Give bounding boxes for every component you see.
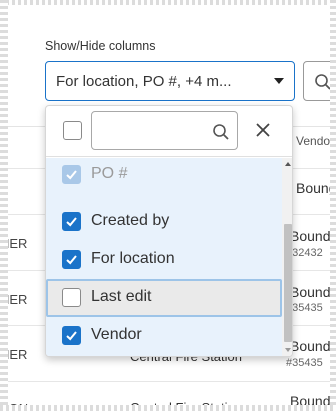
checkbox <box>62 165 81 184</box>
table-search-button[interactable] <box>303 61 336 101</box>
checkbox[interactable] <box>62 212 81 231</box>
list-item-label: Created by <box>91 212 170 229</box>
table-cell-left: NER <box>0 347 28 362</box>
table-cell-vendor: Bound <box>290 228 331 244</box>
table-cell-location: Central Fire Station <box>130 400 242 411</box>
list-item-label: Last edit <box>91 288 152 305</box>
close-icon[interactable] <box>255 122 271 138</box>
scroll-up-icon[interactable] <box>285 162 291 166</box>
scrollbar-thumb[interactable] <box>284 224 292 342</box>
page: Vendor Boung NER Bound #32432 NER Bound … <box>0 0 336 411</box>
checkmark-icon <box>66 217 77 227</box>
table-cell-left: SON <box>0 401 29 411</box>
show-hide-columns-select[interactable]: For location, PO #, +4 m... <box>45 61 295 101</box>
list-item-vendor[interactable]: Vendor <box>46 317 282 355</box>
dropdown-search-field[interactable] <box>91 111 238 150</box>
list-item-po-number: PO # <box>46 156 282 194</box>
table-cell-vendor: Bound <box>290 338 331 354</box>
checkmark-icon <box>66 170 77 180</box>
checkbox[interactable] <box>62 288 81 307</box>
caret-down-icon[interactable] <box>274 78 284 84</box>
select-all-checkbox[interactable] <box>63 121 82 140</box>
checkbox[interactable] <box>62 250 81 269</box>
table-cell-vendor: Boung <box>296 180 336 196</box>
checkmark-icon <box>66 331 77 341</box>
list-item-last-edit[interactable]: Last edit <box>46 279 282 317</box>
vendor-column-header[interactable]: Vendor <box>296 134 334 148</box>
checkmark-icon <box>66 255 77 265</box>
table-divider <box>0 381 336 382</box>
list-item-label: Vendor <box>91 326 142 343</box>
columns-dropdown: PO # Created by For location Last edit V… <box>45 105 293 357</box>
show-hide-columns-label: Show/Hide columns <box>45 39 156 53</box>
list-item-label: For location <box>91 250 175 267</box>
list-item-for-location[interactable]: For location <box>46 241 282 279</box>
columns-list: PO # Created by For location Last edit V… <box>46 156 282 356</box>
search-icon <box>315 74 331 90</box>
select-value: For location, PO #, +4 m... <box>56 72 232 90</box>
scroll-down-icon[interactable] <box>285 348 291 352</box>
table-cell-left: NER <box>0 236 28 251</box>
table-cell-po: #35435 <box>286 357 323 369</box>
checkbox[interactable] <box>62 326 81 345</box>
dropdown-scrollbar[interactable] <box>282 158 292 356</box>
list-item-created-by[interactable]: Created by <box>46 203 282 241</box>
table-cell-left: NER <box>0 292 28 307</box>
dropdown-toolbar <box>46 106 292 157</box>
table-cell-vendor: Bound <box>290 284 331 300</box>
list-item-label: PO # <box>91 165 128 182</box>
table-cell-vendor: Bound <box>290 393 331 409</box>
torn-edge <box>0 0 336 5</box>
search-icon <box>213 124 229 140</box>
